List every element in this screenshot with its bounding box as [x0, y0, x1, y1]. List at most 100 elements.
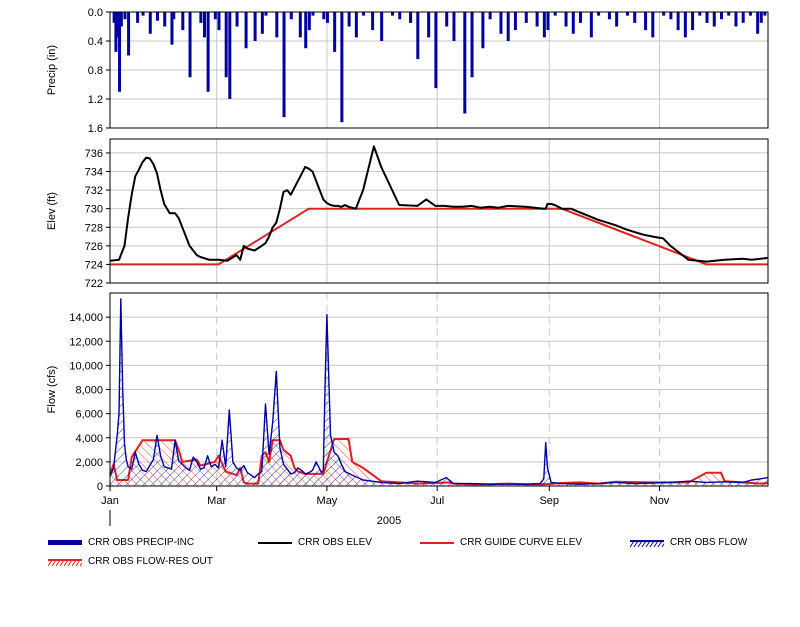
- precip-bar: [398, 12, 402, 20]
- precip-bar: [626, 12, 629, 16]
- precip-bar: [347, 12, 351, 27]
- precip-bar: [188, 12, 192, 78]
- precip-bar: [524, 12, 528, 23]
- precip-bar: [172, 12, 176, 20]
- y-tick-label: 0: [97, 481, 103, 493]
- panel-2: 722 724 726 728 730 732 734 736 Elev (ft): [46, 138, 769, 290]
- precip-bar: [141, 12, 145, 16]
- x-tick-label: Nov: [650, 495, 670, 507]
- precip-bar: [298, 12, 302, 38]
- precip-bar: [380, 12, 384, 41]
- plot-area: [110, 139, 768, 283]
- x-tick-label: Sep: [539, 495, 559, 507]
- y-tick-label: 0.4: [88, 36, 103, 48]
- x-tick-label: Jan: [101, 495, 119, 507]
- y-tick-label: 732: [85, 185, 103, 197]
- y-tick-label: 2,000: [75, 457, 103, 469]
- precip-bar: [691, 12, 695, 31]
- legend-swatch: [48, 539, 82, 545]
- y-tick-label: 730: [85, 204, 103, 216]
- legend-swatch: [630, 539, 664, 547]
- precip-bar: [304, 12, 308, 49]
- precip-bar: [282, 12, 286, 118]
- precip-bar: [228, 12, 232, 99]
- legend-label: CRR OBS ELEV: [298, 537, 372, 548]
- precip-bar: [748, 12, 752, 16]
- precip-bar: [371, 12, 375, 31]
- precip-bar: [119, 12, 123, 27]
- precip-bar: [579, 12, 582, 23]
- precip-bar: [741, 12, 745, 23]
- precip-bar: [651, 12, 655, 38]
- y-tick-label: 1.6: [88, 123, 103, 135]
- precip-bar: [416, 12, 420, 60]
- precip-bar: [470, 12, 474, 78]
- legend-item: CRR OBS FLOW-RES OUT: [48, 556, 213, 567]
- legend-label: CRR GUIDE CURVE ELEV: [460, 537, 583, 548]
- precip-bar: [705, 12, 709, 23]
- precip-bar: [546, 12, 550, 31]
- precip-bar: [253, 12, 257, 41]
- y-tick-label: 726: [85, 241, 103, 253]
- precip-bar: [156, 12, 159, 21]
- precip-bar: [123, 12, 127, 20]
- precip-bar: [275, 12, 279, 38]
- y-tick-label: 736: [85, 148, 103, 160]
- precip-bar: [203, 12, 206, 38]
- legend-swatch: [258, 541, 292, 544]
- legend-item: CRR OBS ELEV: [258, 537, 372, 548]
- precip-bar: [698, 12, 702, 16]
- precip-bar: [676, 12, 680, 31]
- precip-bar: [589, 12, 593, 38]
- y-axis-label: Precip (in): [46, 45, 58, 95]
- precip-bar: [181, 12, 185, 31]
- precip-bar: [759, 12, 763, 23]
- precip-bar: [340, 12, 344, 123]
- precip-bar: [564, 12, 568, 27]
- precip-bar: [535, 12, 539, 27]
- chart-layer: 0.0 0.4 0.8 1.2 1.6 Precip (in) 722 724 726 728 73…: [46, 7, 769, 527]
- precip-bar: [720, 12, 723, 20]
- precip-bar: [311, 12, 315, 16]
- precip-bar: [615, 12, 619, 27]
- precip-bar: [633, 12, 637, 23]
- y-tick-label: 0.8: [88, 65, 103, 77]
- precip-bar: [264, 12, 268, 16]
- precip-bar: [452, 12, 456, 41]
- y-tick-label: 1.2: [88, 94, 103, 106]
- precip-bar: [391, 12, 394, 16]
- precip-bar: [506, 12, 510, 41]
- legend-label: CRR OBS FLOW: [670, 537, 748, 548]
- precip-bar: [553, 12, 557, 16]
- precip-bar: [683, 12, 687, 38]
- precip-bar: [488, 12, 492, 20]
- y-tick-label: 728: [85, 222, 103, 234]
- precip-bar: [756, 12, 760, 34]
- precip-bar: [712, 12, 716, 27]
- precip-bar: [136, 12, 140, 23]
- x-tick-label: Jul: [430, 495, 444, 507]
- legend-item: CRR OBS FLOW: [630, 537, 747, 548]
- precip-bar: [322, 12, 326, 20]
- y-tick-label: 722: [85, 278, 103, 290]
- y-tick-label: 12,000: [69, 336, 103, 348]
- precip-bar: [148, 12, 152, 34]
- panel-1: 0.0 0.4 0.8 1.2 1.6 Precip (in): [46, 7, 769, 135]
- precip-bar: [307, 12, 311, 31]
- precip-bar: [333, 12, 337, 52]
- y-tick-label: 6,000: [75, 409, 103, 421]
- precip-bar: [289, 12, 293, 20]
- y-tick-label: 0.0: [88, 7, 103, 19]
- precip-bar: [727, 12, 731, 16]
- x-axis-year: 2005: [377, 515, 401, 527]
- y-tick-label: 734: [85, 167, 103, 179]
- precip-bar: [597, 12, 601, 16]
- precip-bar: [481, 12, 485, 49]
- y-tick-label: 724: [85, 259, 103, 271]
- precip-bar: [244, 12, 248, 49]
- precip-bar: [206, 12, 210, 92]
- legend-item: CRR OBS PRECIP-INC: [48, 537, 194, 548]
- precip-bar: [763, 12, 767, 16]
- y-axis-label: Elev (ft): [46, 192, 58, 230]
- precip-bar: [354, 12, 358, 38]
